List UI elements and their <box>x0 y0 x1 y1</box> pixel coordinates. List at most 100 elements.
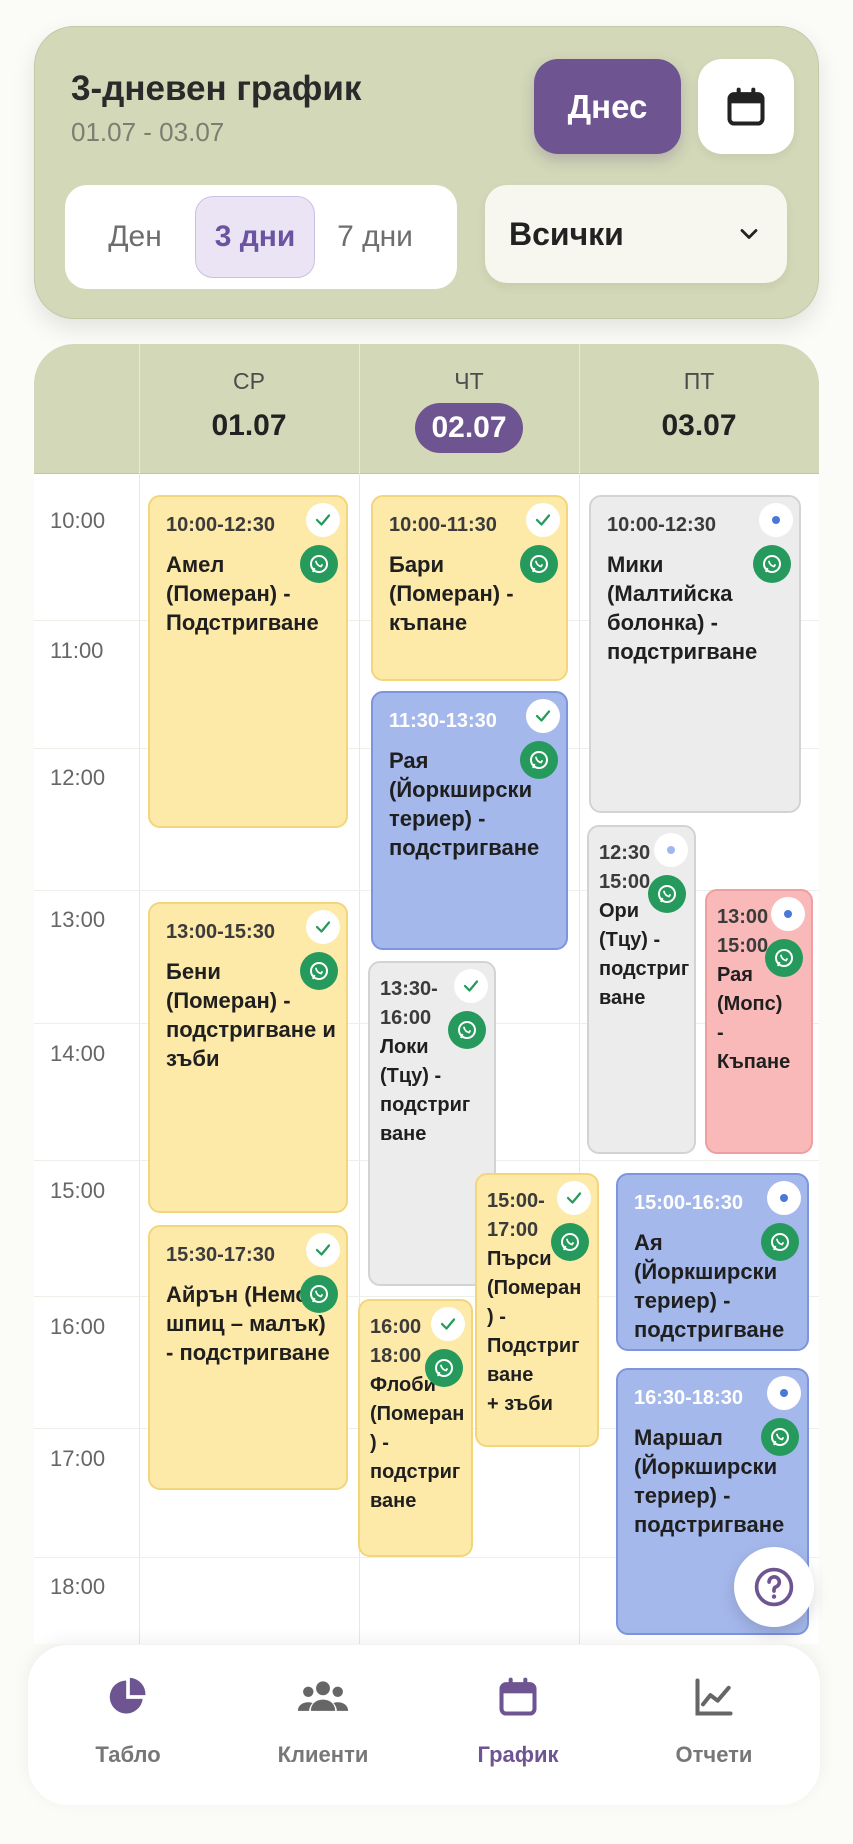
confirmed-check-icon <box>526 503 560 537</box>
appointment-title-line: + зъби <box>487 1393 553 1415</box>
whatsapp-icon[interactable] <box>448 1011 486 1049</box>
appointment-title-line: ване <box>599 987 646 1009</box>
pending-dot-icon <box>654 833 688 867</box>
appointment-card[interactable]: 10:00-12:30 Амел (Померан) - Подстригван… <box>148 495 348 828</box>
nav-label: График <box>477 1742 559 1767</box>
day-header-fri[interactable]: ПТ 03.07 <box>579 344 819 474</box>
confirmed-check-icon <box>306 1233 340 1267</box>
whatsapp-icon[interactable] <box>761 1223 799 1261</box>
appointment-title-line: ) - <box>487 1306 506 1328</box>
appointment-title-line: (Мопс) <box>717 993 783 1015</box>
appointment-title-line: Подстриг <box>487 1335 580 1357</box>
time-label: 13:00 <box>50 907 106 932</box>
chevron-down-icon <box>740 229 758 239</box>
appointment-title-line: подстриг <box>380 1094 471 1116</box>
nav-dashboard[interactable]: Табло <box>48 1675 208 1768</box>
time-label: 17:00 <box>50 1446 106 1471</box>
pending-dot-icon <box>771 897 805 931</box>
calendar-picker-button[interactable] <box>698 59 794 154</box>
whatsapp-icon[interactable] <box>520 545 558 583</box>
time-label: 12:00 <box>50 765 106 790</box>
whatsapp-icon[interactable] <box>765 939 803 977</box>
time-label: 16:00 <box>50 1314 106 1339</box>
appointment-card[interactable]: 15:00- 17:00 Пърси (Померан ) - Подстриг… <box>475 1173 599 1447</box>
day-header-wed[interactable]: СР 01.07 <box>139 344 359 474</box>
confirmed-check-icon <box>431 1307 465 1341</box>
appointment-title-line: ) - <box>370 1432 389 1454</box>
calendar-icon <box>727 87 765 126</box>
view-day-tab[interactable]: Ден <box>75 196 195 278</box>
nav-label: Отчети <box>675 1742 753 1767</box>
appointment-card[interactable]: 15:00-16:30 Ая (Йоркширски териер) - под… <box>616 1173 809 1351</box>
time-label: 11:00 <box>50 638 104 663</box>
calendar-icon <box>499 1677 537 1716</box>
appointment-card[interactable]: 13:00 15:00 Рая (Мопс) - Къпане <box>705 889 813 1154</box>
pie-chart-icon <box>109 1677 146 1714</box>
appointment-title-line: подстриг <box>599 958 690 980</box>
column-divider <box>139 344 140 1644</box>
whatsapp-icon[interactable] <box>761 1418 799 1456</box>
nav-schedule[interactable]: График <box>438 1675 598 1768</box>
appointment-title-line: ване <box>380 1123 427 1145</box>
line-chart-icon <box>695 1678 733 1716</box>
day-date: 01.07 <box>211 409 287 442</box>
whatsapp-icon[interactable] <box>753 545 791 583</box>
appointment-card[interactable]: 10:00-12:30 Мики (Малтийска болонка) - п… <box>589 495 801 813</box>
column-divider <box>579 344 580 1644</box>
bottom-navigation: Табло Клиенти График Отчети <box>28 1645 820 1805</box>
appointment-title-line: ване <box>487 1364 534 1386</box>
confirmed-check-icon <box>526 699 560 733</box>
pending-dot-icon <box>767 1181 801 1215</box>
time-label: 15:00 <box>50 1178 106 1203</box>
whatsapp-icon[interactable] <box>425 1349 463 1387</box>
filter-dropdown[interactable]: Всички <box>485 185 787 283</box>
appointment-card[interactable]: 10:00-11:30 Бари (Померан) - къпане <box>371 495 568 681</box>
whatsapp-icon[interactable] <box>300 1275 338 1313</box>
appointment-title-line: Къпане <box>717 1051 791 1073</box>
page-title: 3-дневен график <box>71 69 362 108</box>
appointment-card[interactable]: 11:30-13:30 Рая (Йоркширски териер) - по… <box>371 691 568 950</box>
nav-clients[interactable]: Клиенти <box>243 1675 403 1768</box>
appointment-title-line: (Тцу) - <box>380 1065 442 1087</box>
day-of-week: СР <box>233 368 265 394</box>
appointment-title-line: подстриг <box>370 1461 461 1483</box>
time-label: 10:00 <box>50 508 106 533</box>
pending-dot-icon <box>767 1376 801 1410</box>
appointment-title-line: (Померан <box>487 1277 582 1299</box>
question-icon <box>754 1567 794 1607</box>
nav-reports[interactable]: Отчети <box>634 1675 794 1768</box>
time-label: 14:00 <box>50 1041 106 1066</box>
confirmed-check-icon <box>557 1181 591 1215</box>
appointment-card[interactable]: 12:30 15:00 Ори (Тцу) - подстриг ване <box>587 825 696 1154</box>
nav-label: Клиенти <box>277 1742 369 1767</box>
date-range: 01.07 - 03.07 <box>71 117 225 147</box>
schedule-grid: СР 01.07 ЧТ 02.07 ПТ 03.07 10:00 11:00 1… <box>34 344 819 1644</box>
appointment-card[interactable]: 16:00 18:00 Флоби (Померан ) - подстриг … <box>358 1299 473 1557</box>
whatsapp-icon[interactable] <box>300 545 338 583</box>
help-button[interactable] <box>734 1547 814 1627</box>
view-switcher: Ден 3 дни 7 дни <box>65 185 457 289</box>
confirmed-check-icon <box>306 910 340 944</box>
day-date-today: 02.07 <box>415 403 523 453</box>
schedule-header: 3-дневен график 01.07 - 03.07 Днес Ден 3… <box>34 26 819 319</box>
appointment-title-line: (Померан <box>370 1403 465 1425</box>
view-3days-tab[interactable]: 3 дни <box>195 196 315 278</box>
nav-label: Табло <box>95 1742 161 1767</box>
appointment-title-line: (Тцу) - <box>599 929 661 951</box>
users-icon <box>297 1681 349 1711</box>
whatsapp-icon[interactable] <box>551 1223 589 1261</box>
appointment-title-line: - <box>717 1022 724 1044</box>
appointment-card[interactable]: 15:30-17:30 Айрън (Немски шпиц – малък) … <box>148 1225 348 1490</box>
whatsapp-icon[interactable] <box>520 741 558 779</box>
appointment-card[interactable]: 13:00-15:30 Бени (Померан) - подстригван… <box>148 902 348 1213</box>
confirmed-check-icon <box>306 503 340 537</box>
day-date: 03.07 <box>661 409 737 442</box>
today-button[interactable]: Днес <box>534 59 681 154</box>
whatsapp-icon[interactable] <box>648 875 686 913</box>
time-label: 18:00 <box>50 1574 106 1599</box>
day-header-thu[interactable]: ЧТ 02.07 <box>359 344 579 474</box>
whatsapp-icon[interactable] <box>300 952 338 990</box>
pending-dot-icon <box>759 503 793 537</box>
filter-value: Всички <box>509 215 624 252</box>
view-7days-tab[interactable]: 7 дни <box>315 196 435 278</box>
